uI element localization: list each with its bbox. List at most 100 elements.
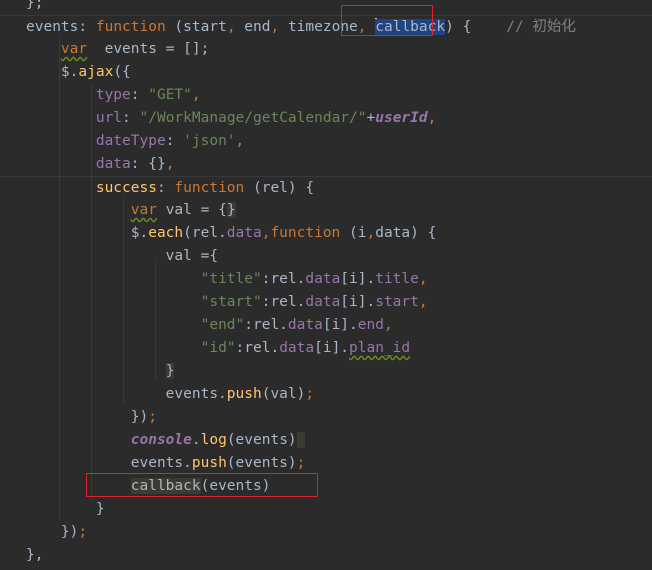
code-line[interactable]: data: {}, — [0, 153, 652, 176]
code-token: , — [418, 294, 428, 310]
code-line[interactable]: "end":rel.data[i].end, — [0, 314, 652, 337]
code-token: [i]. — [314, 340, 350, 356]
code-token: . — [191, 432, 201, 448]
code-token: }) — [26, 409, 149, 425]
code-token: 'json' — [183, 133, 236, 149]
code-line[interactable]: $.ajax({ — [0, 61, 652, 84]
code-line[interactable]: }); — [0, 521, 652, 544]
code-token: title — [375, 271, 419, 287]
code-token: :rel. — [261, 271, 306, 287]
code-token: :rel. — [261, 294, 306, 310]
code-token: $. — [26, 64, 79, 80]
code-token: (rel) { — [244, 180, 315, 196]
code-token: : — [156, 180, 175, 196]
code-token: :rel. — [244, 317, 288, 333]
callback-param-highlight-box — [341, 5, 433, 36]
callback-call-highlight-box — [86, 473, 318, 497]
code-token: events — [26, 19, 79, 35]
code-token: log — [200, 432, 227, 448]
code-token: type — [95, 87, 131, 103]
code-token: push — [226, 386, 262, 402]
code-token: [i]. — [340, 294, 376, 310]
code-token: data — [305, 271, 341, 287]
code-token: events = []; — [87, 41, 210, 57]
code-token: "id" — [200, 340, 236, 356]
code-line[interactable]: var val = {} — [0, 199, 652, 222]
code-token: plan_id — [349, 340, 411, 356]
code-line[interactable]: $.each(rel.data,function (i,data) { — [0, 222, 652, 245]
code-line[interactable]: }; — [0, 0, 652, 15]
code-token: ) { — [410, 225, 437, 241]
code-token: userId — [375, 110, 428, 126]
code-token: events. — [26, 455, 192, 471]
code-token: } — [165, 363, 175, 379]
code-line[interactable]: "id":rel.data[i].plan_id — [0, 337, 652, 360]
code-line[interactable]: } — [0, 498, 652, 521]
code-token: [i]. — [322, 317, 358, 333]
code-token: , — [383, 317, 393, 333]
code-line[interactable]: events: function (start, end, timezone, … — [0, 15, 652, 39]
code-line[interactable]: }); — [0, 406, 652, 429]
code-token: console — [130, 432, 192, 448]
code-line[interactable]: dateType: 'json', — [0, 130, 652, 153]
code-token — [296, 432, 306, 448]
code-token: push — [191, 455, 227, 471]
code-token: function — [270, 225, 341, 241]
code-line[interactable]: }, — [0, 544, 652, 567]
code-token: , — [226, 19, 245, 35]
code-line[interactable]: events.push(events); — [0, 452, 652, 475]
code-token: end — [244, 19, 271, 35]
code-token: "/WorkManage/getCalendar/" — [139, 110, 367, 126]
code-line[interactable]: type: "GET", — [0, 84, 652, 107]
code-token: val = { — [156, 202, 227, 218]
code-line[interactable]: success: function (rel) { — [0, 176, 652, 200]
code-line[interactable]: console.log(events) — [0, 429, 652, 452]
code-line[interactable]: events.push(val); — [0, 383, 652, 406]
code-token: ; — [148, 409, 157, 425]
code-line[interactable]: url: "/WorkManage/getCalendar/"+userId, — [0, 107, 652, 130]
code-line[interactable]: "start":rel.data[i].start, — [0, 291, 652, 314]
code-token: $. — [26, 225, 149, 241]
code-token: + — [366, 110, 376, 126]
code-token: data — [287, 317, 323, 333]
code-token: data — [279, 340, 315, 356]
code-token: : — [78, 19, 96, 35]
code-token: each — [148, 225, 184, 241]
code-token: url — [95, 110, 123, 126]
code-token: (val) — [261, 386, 306, 402]
code-token: function — [95, 19, 166, 35]
code-token: var — [130, 202, 157, 218]
code-token: end — [357, 317, 384, 333]
code-editor[interactable]: }; events: function (start, end, timezone… — [0, 0, 652, 570]
code-token: , — [366, 225, 376, 241]
code-token: ; — [296, 455, 306, 471]
code-token: ) { — [445, 19, 472, 35]
code-line[interactable]: "title":rel.data[i].title, — [0, 268, 652, 291]
code-line[interactable]: val ={ — [0, 245, 652, 268]
code-token: ({ — [113, 64, 131, 80]
code-token: , — [165, 156, 175, 172]
code-line[interactable]: var events = []; — [0, 38, 652, 61]
code-token: : — [130, 87, 149, 103]
code-line[interactable]: } — [0, 360, 652, 383]
code-token: data — [375, 225, 411, 241]
code-token: success — [95, 180, 157, 196]
code-token: (events) — [226, 455, 297, 471]
code-token: events. — [26, 386, 227, 402]
code-token: : — [122, 110, 140, 126]
code-token: data — [305, 294, 341, 310]
code-token: : — [165, 133, 184, 149]
code-token: , — [418, 271, 428, 287]
code-token: }) — [26, 524, 79, 540]
code-token: "start" — [200, 294, 262, 310]
